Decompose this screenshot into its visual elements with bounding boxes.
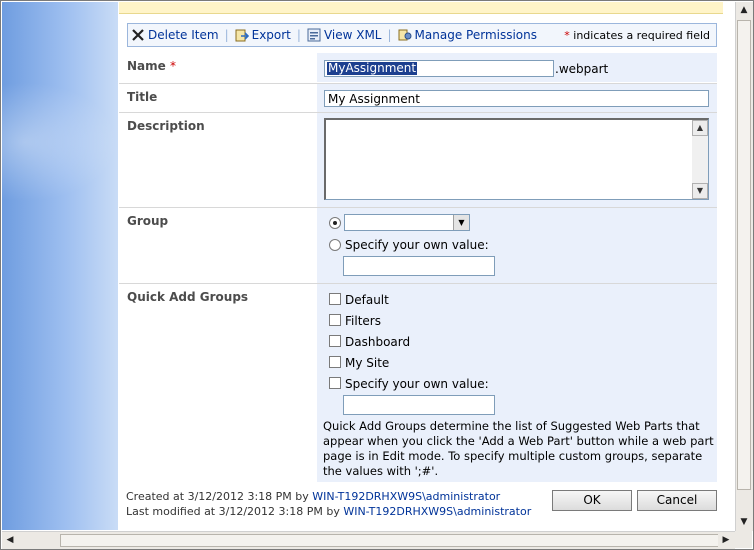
permissions-icon: [398, 28, 412, 42]
quick-add-specify-input[interactable]: [343, 395, 495, 415]
delete-item-label: Delete Item: [148, 28, 219, 42]
title-input[interactable]: [324, 90, 709, 107]
chevron-down-icon[interactable]: ▼: [453, 215, 469, 230]
scroll-up-icon[interactable]: ▲: [736, 2, 752, 18]
group-field-cell: ▼ Specify your own value:: [317, 208, 717, 283]
quick-add-groups-label: Quick Add Groups: [127, 290, 249, 304]
name-label: Name *: [127, 59, 176, 73]
group-row: Group ▼ Specify your own value:: [119, 207, 717, 283]
option-filters-label: Filters: [345, 314, 381, 328]
checkbox-default[interactable]: [329, 293, 341, 305]
description-field-cell: ▲ ▼: [317, 113, 717, 207]
checkbox-my-site[interactable]: [329, 356, 341, 368]
name-input-value: MyAssignment: [327, 61, 418, 75]
window-frame: Delete Item | Export | View XML | Manage…: [0, 0, 754, 550]
quick-add-groups-row: Quick Add Groups Default Filters Dashboa…: [119, 283, 717, 482]
vertical-scroll-thumb[interactable]: [737, 20, 751, 490]
option-specify-label: Specify your own value:: [345, 377, 489, 391]
export-button[interactable]: Export: [232, 24, 294, 46]
scroll-left-icon[interactable]: ◀: [2, 532, 18, 548]
scroll-down-arrow-icon[interactable]: ▼: [692, 183, 708, 199]
scroll-right-icon[interactable]: ▶: [718, 532, 734, 548]
title-field-cell: [317, 84, 717, 112]
export-label: Export: [251, 28, 291, 42]
name-required-star: *: [169, 59, 176, 73]
required-field-note: * indicates a required field: [564, 29, 716, 42]
checkbox-filters[interactable]: [329, 314, 341, 326]
delete-item-button[interactable]: Delete Item: [128, 24, 222, 46]
toolbar-separator: |: [224, 28, 229, 42]
manage-permissions-button[interactable]: Manage Permissions: [395, 24, 540, 46]
created-by-link[interactable]: WIN-T192DRHXW9S\administrator: [312, 490, 500, 503]
modified-line: Last modified at 3/12/2012 3:18 PM by WI…: [126, 504, 531, 519]
scrollbar-corner: [735, 531, 752, 548]
group-label: Group: [127, 214, 169, 228]
group-dropdown[interactable]: ▼: [344, 214, 470, 231]
option-dashboard-label: Dashboard: [345, 335, 411, 349]
checkbox-dashboard[interactable]: [329, 335, 341, 347]
edit-webpart-form: Delete Item | Export | View XML | Manage…: [119, 2, 734, 530]
description-scrollbar[interactable]: ▲ ▼: [692, 120, 708, 199]
item-toolbar: Delete Item | Export | View XML | Manage…: [127, 23, 717, 47]
title-label: Title: [127, 90, 158, 104]
delete-icon: [131, 28, 145, 42]
item-metadata: Created at 3/12/2012 3:18 PM by WIN-T192…: [126, 489, 531, 519]
description-textarea[interactable]: ▲ ▼: [324, 118, 709, 200]
toolbar-separator: |: [387, 28, 392, 42]
checkbox-specify[interactable]: [329, 377, 341, 389]
horizontal-scroll-thumb[interactable]: [60, 534, 720, 547]
view-xml-button[interactable]: View XML: [304, 24, 385, 46]
option-my-site-label: My Site: [345, 356, 390, 370]
quick-add-help-text: Quick Add Groups determine the list of S…: [323, 419, 714, 478]
group-specify-label: Specify your own value:: [345, 238, 489, 252]
view-xml-label: View XML: [323, 28, 382, 42]
toolbar-separator: |: [296, 28, 301, 42]
created-prefix: Created at 3/12/2012 3:18 PM by: [126, 490, 313, 503]
ok-button[interactable]: OK: [552, 490, 632, 511]
export-icon: [235, 28, 249, 42]
required-note-text: indicates a required field: [569, 28, 710, 42]
name-input[interactable]: MyAssignment: [324, 60, 554, 77]
manage-permissions-label: Manage Permissions: [414, 28, 538, 42]
option-default-label: Default: [345, 293, 389, 307]
scroll-down-icon[interactable]: ▼: [736, 514, 752, 530]
description-label: Description: [127, 119, 205, 133]
modified-prefix: Last modified at 3/12/2012 3:18 PM by: [126, 505, 344, 518]
group-specify-radio[interactable]: [329, 239, 341, 251]
name-field-cell: MyAssignment .webpart: [317, 53, 717, 82]
created-line: Created at 3/12/2012 3:18 PM by WIN-T192…: [126, 489, 531, 504]
title-row: Title: [119, 83, 717, 112]
group-specify-input[interactable]: [343, 256, 495, 276]
group-existing-radio[interactable]: [329, 217, 341, 229]
xml-document-icon: [307, 28, 321, 42]
modified-by-link[interactable]: WIN-T192DRHXW9S\administrator: [343, 505, 531, 518]
name-row: Name * MyAssignment .webpart: [119, 53, 717, 82]
top-status-strip: [119, 2, 723, 14]
name-label-text: Name: [127, 59, 166, 73]
cancel-button[interactable]: Cancel: [637, 490, 717, 511]
left-navigation-pane: [2, 2, 118, 530]
horizontal-scrollbar[interactable]: ◀ ▶: [2, 531, 735, 549]
scroll-up-arrow-icon[interactable]: ▲: [692, 120, 708, 136]
quick-add-field-cell: Default Filters Dashboard My Site Specif…: [317, 284, 717, 482]
vertical-scrollbar[interactable]: ▲ ▼: [735, 2, 753, 531]
description-row: Description ▲ ▼: [119, 112, 717, 207]
webpart-extension: .webpart: [555, 62, 609, 76]
